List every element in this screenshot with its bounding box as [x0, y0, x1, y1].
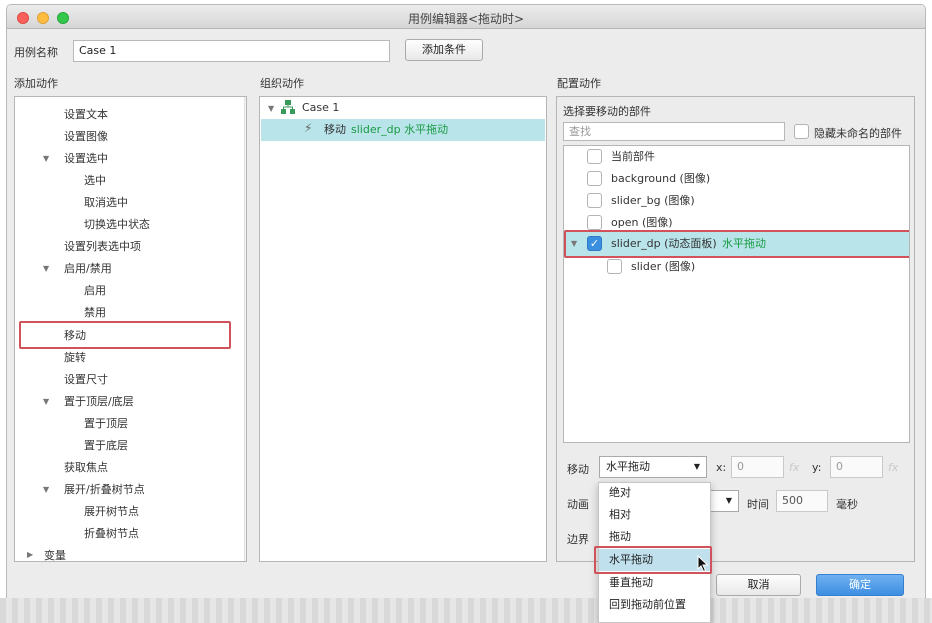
action-collapse-tree-node[interactable]: 折叠树节点	[84, 526, 139, 542]
part-background[interactable]: background (图像)	[611, 171, 710, 187]
part-slider-bg[interactable]: slider_bg (图像)	[611, 193, 695, 209]
action-toggle-selected[interactable]: 切换选中状态	[84, 217, 150, 233]
dropdown-arrow-icon: ▼	[693, 462, 700, 471]
move-option-return-before-drag[interactable]: 回到拖动前位置	[609, 595, 686, 615]
hide-unnamed-checkbox[interactable]	[794, 124, 809, 139]
move-option-drag[interactable]: 拖动	[609, 527, 631, 547]
part-open[interactable]: open (图像)	[611, 215, 673, 231]
y-input[interactable]: 0	[830, 456, 883, 478]
title-bar: 用例编辑器<拖动时>	[7, 5, 925, 29]
hide-unnamed-label: 隐藏未命名的部件	[814, 127, 902, 140]
x-input[interactable]: 0	[731, 456, 784, 478]
bottom-strip	[0, 598, 932, 623]
move-label: 移动	[567, 463, 589, 476]
cancel-button[interactable]: 取消	[716, 574, 801, 596]
action-disable[interactable]: 禁用	[84, 305, 106, 321]
collapse-arrow-icon[interactable]: ▶	[27, 550, 33, 559]
expand-arrow-icon[interactable]: ▼	[43, 264, 49, 273]
animate-select[interactable]: ▼	[707, 490, 739, 512]
boundary-label: 边界	[567, 533, 589, 546]
action-select[interactable]: 选中	[84, 173, 106, 189]
action-bring-front-back[interactable]: 置于顶层/底层	[64, 394, 134, 410]
part-expand-arrow-icon[interactable]: ▼	[571, 239, 577, 248]
y-label: y:	[812, 461, 822, 474]
add-condition-button[interactable]: 添加条件	[405, 39, 483, 61]
move-type-select[interactable]: 水平拖动 ▼	[599, 456, 707, 478]
ok-button[interactable]: 确定	[816, 574, 904, 596]
mouse-cursor-icon	[697, 555, 709, 573]
add-actions-scrollbar[interactable]	[244, 97, 246, 561]
case-label[interactable]: Case 1	[302, 100, 339, 116]
move-option-vertical-drag[interactable]: 垂直拖动	[609, 573, 653, 593]
action-expand-collapse-tree[interactable]: 展开/折叠树节点	[64, 482, 145, 498]
time-input[interactable]: 500	[776, 490, 828, 512]
time-label: 时间	[747, 498, 769, 511]
x-label: x:	[716, 461, 727, 474]
window-title: 用例编辑器<拖动时>	[407, 12, 525, 26]
x-fx-button[interactable]: fx	[789, 461, 799, 474]
configure-actions-header: 配置动作	[557, 77, 601, 90]
action-enable[interactable]: 启用	[84, 283, 106, 299]
parts-list: 当前部件 background (图像) slider_bg (图像) open…	[563, 145, 910, 443]
action-deselect[interactable]: 取消选中	[84, 195, 128, 211]
action-send-to-back[interactable]: 置于底层	[84, 438, 128, 454]
action-set-size[interactable]: 设置尺寸	[64, 372, 108, 388]
move-type-value: 水平拖动	[606, 460, 650, 473]
case-name-input[interactable]: Case 1	[73, 40, 390, 62]
action-expand-tree-node[interactable]: 展开树节点	[84, 504, 139, 520]
case-tree-icon	[281, 100, 295, 114]
select-parts-label: 选择要移动的部件	[563, 105, 651, 118]
action-focus[interactable]: 获取焦点	[64, 460, 108, 476]
expand-arrow-icon[interactable]: ▼	[43, 154, 49, 163]
case-expand-arrow-icon[interactable]: ▼	[268, 104, 274, 113]
action-set-image[interactable]: 设置图像	[64, 129, 108, 145]
part-slider-dp-move: 水平拖动	[722, 237, 766, 250]
add-actions-panel: 设置文本 设置图像 ▼ 设置选中 选中 取消选中 切换选中状态 设置列表选中项 …	[14, 96, 247, 562]
part-checkbox[interactable]	[587, 193, 602, 208]
move-highlight-box	[19, 321, 231, 349]
part-checkbox[interactable]	[587, 171, 602, 186]
action-variables[interactable]: 变量	[44, 548, 66, 561]
move-option-absolute[interactable]: 绝对	[609, 483, 631, 503]
part-slider[interactable]: slider (图像)	[631, 259, 695, 275]
lightning-icon: ⚡	[304, 121, 313, 135]
add-actions-header: 添加动作	[14, 77, 58, 90]
action-move[interactable]: 移动	[64, 328, 86, 344]
move-option-relative[interactable]: 相对	[609, 505, 631, 525]
action-set-selected[interactable]: 设置选中	[64, 151, 108, 167]
expand-arrow-icon[interactable]: ▼	[43, 397, 49, 406]
part-slider-dp[interactable]: slider_dp (动态面板)	[611, 236, 717, 252]
case-name-label: 用例名称	[14, 46, 58, 59]
ms-label: 毫秒	[836, 498, 858, 511]
action-rotate[interactable]: 旋转	[64, 350, 86, 366]
action-detail: slider_dp 水平拖动	[351, 123, 449, 136]
move-option-horizontal-drag[interactable]: 水平拖动	[609, 550, 653, 570]
action-set-text[interactable]: 设置文本	[64, 107, 108, 123]
action-bring-to-front[interactable]: 置于顶层	[84, 416, 128, 432]
part-checkbox[interactable]	[607, 259, 622, 274]
part-checked-checkbox[interactable]: ✓	[587, 236, 602, 251]
animate-label: 动画	[567, 498, 589, 511]
y-fx-button[interactable]: fx	[888, 461, 898, 474]
organize-actions-panel: ▼ Case 1 ⚡ 移动 slider_dp 水平拖动	[259, 96, 547, 562]
move-type-dropdown: 绝对 相对 拖动 水平拖动 垂直拖动 回到拖动前位置	[594, 482, 712, 623]
action-prefix: 移动	[324, 123, 346, 136]
action-enable-disable[interactable]: 启用/禁用	[64, 261, 112, 277]
action-set-list-selected[interactable]: 设置列表选中项	[64, 239, 141, 255]
part-checkbox[interactable]	[587, 215, 602, 230]
expand-arrow-icon[interactable]: ▼	[43, 485, 49, 494]
part-current[interactable]: 当前部件	[611, 149, 655, 165]
dropdown-arrow-icon: ▼	[725, 496, 732, 505]
organize-actions-header: 组织动作	[260, 77, 304, 90]
part-checkbox[interactable]	[587, 149, 602, 164]
search-input[interactable]: 查找	[563, 122, 785, 141]
